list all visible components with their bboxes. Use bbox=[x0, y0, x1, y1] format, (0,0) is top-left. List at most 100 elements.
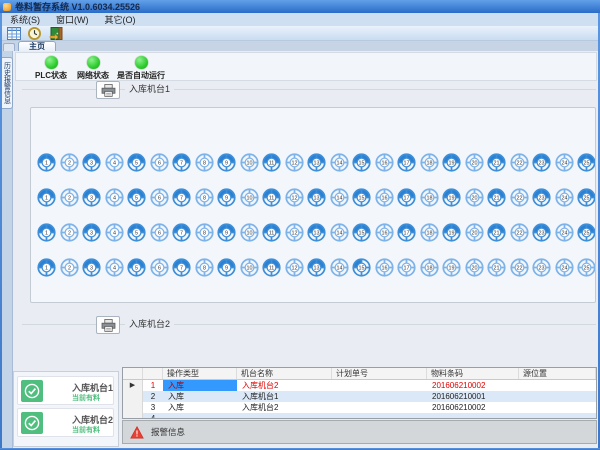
reel-slot-full: 25 bbox=[576, 222, 596, 243]
side-tab-alarm-history[interactable]: 历史报警信息 bbox=[2, 57, 13, 109]
menu-item-window[interactable]: 窗口(W) bbox=[56, 13, 89, 26]
row-header[interactable]: ▶ bbox=[123, 380, 143, 391]
table-cell[interactable]: 入库 bbox=[163, 402, 237, 413]
reel-slot-full: 9 bbox=[216, 187, 237, 208]
table-cell[interactable] bbox=[237, 413, 332, 419]
col-plan-number[interactable]: 计划单号 bbox=[332, 368, 427, 379]
svg-text:20: 20 bbox=[471, 160, 477, 166]
col-material-barcode[interactable]: 物料条码 bbox=[427, 368, 519, 379]
table-cell[interactable]: 201606210002 bbox=[427, 402, 519, 413]
table-cell[interactable] bbox=[519, 380, 596, 391]
table-cell[interactable] bbox=[427, 413, 519, 419]
reel-slot-empty: 10 bbox=[239, 152, 260, 173]
table-row[interactable]: 2入库入库机台1 201606210001 bbox=[123, 391, 596, 402]
reel-slot-full: 15 bbox=[351, 152, 372, 173]
door-icon bbox=[49, 27, 63, 40]
table-row[interactable]: 4 bbox=[123, 413, 596, 419]
table-cell[interactable]: 入库机台1 bbox=[237, 391, 332, 402]
svg-text:2: 2 bbox=[67, 195, 70, 201]
table-cell[interactable] bbox=[519, 402, 596, 413]
svg-text:7: 7 bbox=[180, 195, 183, 201]
svg-text:11: 11 bbox=[269, 230, 275, 236]
side-dock-strip: 历史报警信息 bbox=[2, 51, 13, 448]
table-cell[interactable] bbox=[332, 391, 427, 402]
print-button-machine2[interactable] bbox=[96, 316, 120, 334]
clock-icon[interactable] bbox=[27, 27, 42, 40]
svg-text:12: 12 bbox=[291, 265, 297, 271]
title-bar[interactable]: 卷料暂存系统 V1.0.6034.25526 bbox=[0, 0, 600, 13]
svg-text:7: 7 bbox=[180, 265, 183, 271]
table-cell[interactable] bbox=[519, 413, 596, 419]
reel-slot-empty: 4 bbox=[104, 152, 125, 173]
reel-slot-empty: 14 bbox=[329, 257, 350, 278]
svg-text:8: 8 bbox=[202, 160, 205, 166]
table-cell[interactable] bbox=[332, 380, 427, 391]
table-row[interactable]: 3入库入库机台2 201606210002 bbox=[123, 402, 596, 413]
svg-text:14: 14 bbox=[336, 265, 342, 271]
reel-slot-empty: 20 bbox=[464, 222, 485, 243]
reel-slot-empty: 16 bbox=[374, 152, 395, 173]
row-header[interactable] bbox=[123, 391, 143, 402]
table-cell[interactable]: 入库机台2 bbox=[237, 402, 332, 413]
svg-text:19: 19 bbox=[448, 160, 454, 166]
col-source-location[interactable]: 源位置 bbox=[519, 368, 596, 379]
svg-text:13: 13 bbox=[313, 230, 319, 236]
svg-text:8: 8 bbox=[202, 265, 205, 271]
reel-slot-full: 23 bbox=[531, 187, 552, 208]
svg-text:9: 9 bbox=[225, 265, 228, 271]
table-cell[interactable] bbox=[163, 413, 237, 419]
menu-item-other[interactable]: 其它(O) bbox=[105, 13, 136, 26]
svg-text:3: 3 bbox=[90, 230, 93, 236]
svg-text:14: 14 bbox=[336, 230, 342, 236]
row-number: 3 bbox=[143, 402, 163, 413]
print-button-machine1[interactable] bbox=[96, 81, 120, 99]
operation-table[interactable]: 操作类型 机台名称 计划单号 物料条码 源位置 ▶1入库入库机台22016062… bbox=[122, 367, 597, 419]
indicator-autorun: 是否自动运行 bbox=[114, 56, 168, 81]
menu-bar: 系统(S) 窗口(W) 其它(O) bbox=[2, 13, 598, 26]
svg-text:25: 25 bbox=[583, 230, 589, 236]
svg-text:17: 17 bbox=[403, 265, 409, 271]
table-cell[interactable]: 201606210001 bbox=[427, 391, 519, 402]
row-header[interactable] bbox=[123, 402, 143, 413]
reel-slot-full: 3 bbox=[81, 152, 102, 173]
svg-text:25: 25 bbox=[583, 160, 589, 166]
svg-text:21: 21 bbox=[493, 195, 499, 201]
svg-text:16: 16 bbox=[381, 195, 387, 201]
svg-text:13: 13 bbox=[313, 265, 319, 271]
svg-text:17: 17 bbox=[403, 195, 409, 201]
menu-item-system[interactable]: 系统(S) bbox=[10, 13, 40, 26]
col-machine-name[interactable]: 机台名称 bbox=[237, 368, 332, 379]
reel-slot-empty: 8 bbox=[194, 222, 215, 243]
reel-slot-empty: 16 bbox=[374, 222, 395, 243]
reel-slot-empty: 22 bbox=[509, 187, 530, 208]
reel-slot-empty: 18 bbox=[419, 222, 440, 243]
schedule-grid-icon[interactable] bbox=[6, 27, 21, 40]
check-icon bbox=[21, 412, 43, 434]
reel-slot-full: 11 bbox=[261, 222, 282, 243]
warning-triangle-icon: ! bbox=[130, 426, 144, 439]
table-cell[interactable]: 201606210002 bbox=[427, 380, 519, 391]
plc-status-label: PLC状态 bbox=[35, 70, 67, 81]
col-index bbox=[143, 368, 163, 379]
row-header[interactable] bbox=[123, 413, 143, 419]
table-cell[interactable] bbox=[332, 402, 427, 413]
reel-slot-empty: 2 bbox=[59, 187, 80, 208]
row-number: 2 bbox=[143, 391, 163, 402]
table-cell[interactable]: 入库 bbox=[163, 391, 237, 402]
svg-text:21: 21 bbox=[493, 160, 499, 166]
tab-home[interactable]: 主页 bbox=[18, 41, 56, 51]
table-cell[interactable] bbox=[332, 413, 427, 419]
exit-door-icon[interactable] bbox=[48, 27, 63, 40]
svg-text:23: 23 bbox=[538, 160, 544, 166]
reel-slot-empty: 8 bbox=[194, 187, 215, 208]
reel-slot-full: 25 bbox=[576, 187, 596, 208]
table-cell[interactable]: 入库机台2 bbox=[237, 380, 332, 391]
table-cell[interactable] bbox=[519, 391, 596, 402]
svg-text:25: 25 bbox=[583, 195, 589, 201]
reel-slot-empty: 14 bbox=[329, 152, 350, 173]
col-operation-type[interactable]: 操作类型 bbox=[163, 368, 237, 379]
svg-text:20: 20 bbox=[471, 230, 477, 236]
svg-text:22: 22 bbox=[516, 230, 522, 236]
table-row[interactable]: ▶1入库入库机台2201606210002 bbox=[123, 380, 596, 391]
table-cell[interactable]: 入库 bbox=[163, 380, 237, 391]
